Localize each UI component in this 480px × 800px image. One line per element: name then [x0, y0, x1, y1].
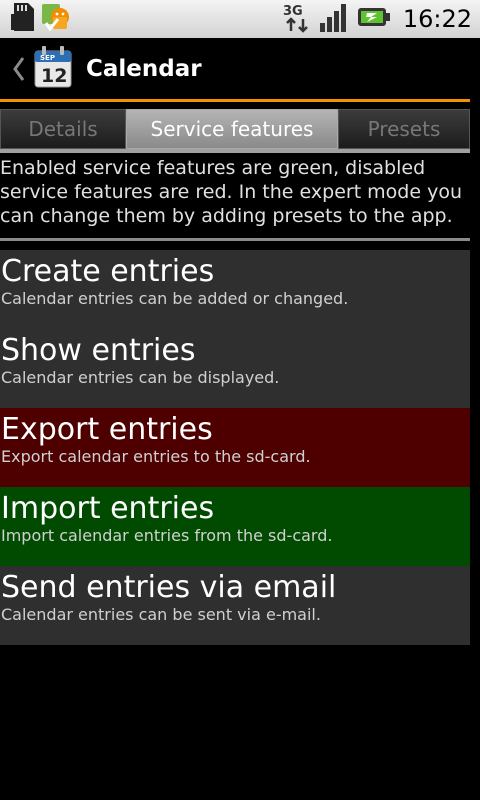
description-divider: [0, 238, 470, 241]
3g-data-icon: 3G: [281, 1, 313, 37]
calendar-app-icon[interactable]: SEP 12: [34, 45, 72, 93]
sd-card-icon: [10, 2, 36, 36]
back-chevron-icon[interactable]: [8, 49, 30, 89]
tab-bar: Details Service features Presets: [0, 109, 470, 153]
tab-presets[interactable]: Presets: [338, 109, 470, 149]
feature-title: Show entries: [1, 333, 196, 368]
signal-icon: [319, 1, 351, 37]
feature-show-entries[interactable]: Show entries Calendar entries can be dis…: [0, 329, 470, 408]
description-text: Enabled service features are green, disa…: [0, 157, 463, 227]
svg-text:3G: 3G: [283, 4, 303, 19]
svg-text:SEP: SEP: [40, 54, 55, 62]
feature-subtitle: Import calendar entries from the sd-card…: [1, 526, 333, 545]
tab-underline: [0, 149, 470, 153]
battery-charging-icon: [357, 5, 391, 33]
feature-title: Create entries: [1, 254, 215, 289]
page-title: Calendar: [86, 56, 202, 82]
clock: 16:22: [402, 5, 472, 33]
tab-service-features[interactable]: Service features: [126, 109, 338, 149]
status-bar: 3G 16:22: [0, 0, 480, 38]
feature-create-entries[interactable]: Create entries Calendar entries can be a…: [0, 250, 470, 329]
feature-subtitle: Calendar entries can be added or changed…: [1, 289, 349, 308]
feature-subtitle: Calendar entries can be displayed.: [1, 368, 280, 387]
feature-subtitle: Export calendar entries to the sd-card.: [1, 447, 311, 466]
feature-subtitle: Calendar entries can be sent via e-mail.: [1, 605, 321, 624]
feature-send-entries-via-email[interactable]: Send entries via email Calendar entries …: [0, 566, 470, 645]
feature-title: Send entries via email: [1, 570, 337, 605]
title-bar: SEP 12 Calendar: [0, 38, 480, 100]
android-icon: [40, 1, 72, 37]
tab-details[interactable]: Details: [0, 109, 126, 149]
feature-export-entries[interactable]: Export entries Export calendar entries t…: [0, 408, 470, 487]
feature-list: Create entries Calendar entries can be a…: [0, 250, 470, 645]
feature-import-entries[interactable]: Import entries Import calendar entries f…: [0, 487, 470, 566]
feature-title: Import entries: [1, 491, 215, 526]
svg-text:12: 12: [41, 65, 67, 87]
feature-title: Export entries: [1, 412, 213, 447]
title-divider: [0, 99, 470, 102]
